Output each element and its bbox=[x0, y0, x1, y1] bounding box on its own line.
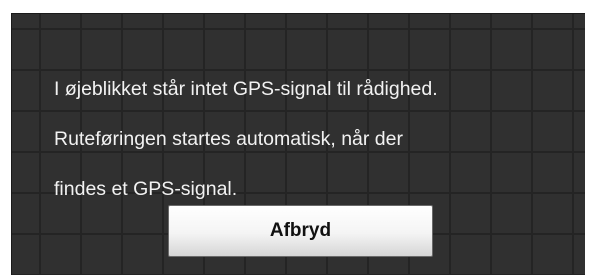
message-line-3: findes et GPS-signal. bbox=[54, 178, 238, 200]
cancel-button-label: Afbryd bbox=[269, 220, 332, 241]
cancel-button[interactable]: Afbryd bbox=[168, 205, 433, 257]
gps-dialog: I øjeblikket står intet GPS-signal til r… bbox=[11, 13, 585, 275]
message-line-2: Ruteføringen startes automatisk, når der bbox=[54, 128, 403, 150]
message-line-1: I øjeblikket står intet GPS-signal til r… bbox=[54, 78, 438, 100]
gps-status-message: I øjeblikket står intet GPS-signal til r… bbox=[54, 52, 574, 227]
